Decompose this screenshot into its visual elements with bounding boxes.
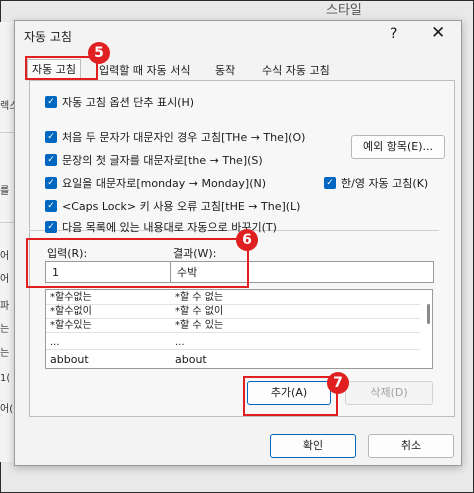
- checkmark-icon: ✓: [45, 131, 57, 143]
- background-divider: [0, 132, 14, 133]
- checkmark-icon: ✓: [45, 200, 57, 212]
- day-names-checkbox[interactable]: ✓ 요일을 대문자로[monday → Monday](N): [45, 175, 266, 191]
- step-badge-7: 7: [327, 372, 349, 394]
- tab-autoformat-as-you-type[interactable]: 입력할 때 자동 서식: [95, 61, 194, 80]
- background-glyph: 어: [0, 251, 10, 262]
- exceptions-button[interactable]: 예외 항목(E)...: [351, 135, 445, 159]
- list-scrollbar-thumb[interactable]: [427, 304, 430, 324]
- list-item-with: *할 수 있는: [175, 320, 224, 331]
- list-item-replace: *할수없이: [50, 306, 92, 317]
- checkbox-label: 자동 고침 옵션 단추 표시(H): [62, 96, 195, 109]
- ok-button[interactable]: 확인: [270, 434, 356, 458]
- checkmark-icon: ✓: [45, 177, 57, 189]
- checkmark-icon: ✓: [45, 221, 57, 233]
- list-item[interactable]: abbout about: [46, 353, 420, 366]
- caps-lock-checkbox[interactable]: ✓ <Caps Lock> 키 사용 오류 고침[tHE → The](L): [45, 198, 300, 214]
- delete-button[interactable]: 삭제(D): [345, 381, 433, 405]
- tab-actions[interactable]: 동작: [211, 61, 239, 80]
- highlight-tab-autocorrect: [25, 56, 98, 80]
- background-title: 스타일: [326, 3, 362, 18]
- background-glyph: 파: [0, 301, 10, 312]
- checkbox-label: 처음 두 문자가 대문자인 경우 고침[THe → The](O): [62, 131, 306, 144]
- list-item-replace: *할수없는: [50, 292, 92, 303]
- list-item-with: *할 수 없는: [175, 292, 224, 303]
- list-item-with: *할 수 없이: [175, 306, 224, 317]
- checkbox-label: 한/영 자동 고침(K): [341, 177, 429, 190]
- list-item[interactable]: ... ...: [46, 336, 420, 350]
- highlight-add-button: [243, 376, 338, 416]
- list-item-with: about: [175, 353, 207, 366]
- list-item[interactable]: *할수없이 *할 수 없이: [46, 305, 420, 319]
- checkmark-icon: ✓: [324, 177, 336, 189]
- background-divider: [0, 222, 14, 223]
- background-glyph: 1(: [0, 373, 11, 384]
- list-item-replace: *할수있는: [50, 320, 92, 331]
- background-glyph: 를: [0, 186, 10, 197]
- background-glyph: 는: [0, 324, 10, 335]
- background-glyph: 어(: [0, 404, 14, 415]
- list-item-replace: ...: [50, 337, 60, 348]
- checkbox-label: 요일을 대문자로[monday → Monday](N): [62, 177, 267, 190]
- highlight-replace-with: [26, 238, 249, 288]
- checkbox-label: 문장의 첫 글자를 대문자로[the → The](S): [62, 154, 263, 167]
- background-glyph: 는: [0, 348, 10, 359]
- help-button[interactable]: ?: [390, 26, 397, 42]
- cancel-button[interactable]: 취소: [368, 434, 454, 458]
- list-item-with: ...: [175, 337, 185, 348]
- tab-math-autocorrect[interactable]: 수식 자동 고침: [258, 61, 334, 80]
- list-item-replace: abbout: [50, 353, 89, 366]
- autocorrect-entries-list[interactable]: *할수없는 *할 수 없는 *할수없이 *할 수 없이 *할수있는 *할 수 있…: [45, 289, 433, 369]
- korean-english-checkbox[interactable]: ✓ 한/영 자동 고침(K): [324, 175, 428, 191]
- close-icon[interactable]: ✕: [431, 23, 445, 43]
- list-item[interactable]: *할수없는 *할 수 없는: [46, 291, 420, 305]
- checkmark-icon: ✓: [45, 154, 57, 166]
- step-badge-5: 5: [88, 42, 110, 64]
- background-left-strip: 렉스 를 어 어 파 는 는 1( 어(: [0, 22, 18, 462]
- list-item[interactable]: *할수있는 *할 수 있는: [46, 319, 420, 333]
- background-glyph: 어: [0, 274, 10, 285]
- step-badge-6: 6: [236, 229, 258, 251]
- dialog-title: 자동 고침: [24, 30, 72, 44]
- checkmark-icon: ✓: [45, 96, 57, 108]
- first-letter-sentence-checkbox[interactable]: ✓ 문장의 첫 글자를 대문자로[the → The](S): [45, 152, 263, 168]
- two-initial-caps-checkbox[interactable]: ✓ 처음 두 문자가 대문자인 경우 고침[THe → The](O): [45, 129, 305, 145]
- checkbox-label: <Caps Lock> 키 사용 오류 고침[tHE → The](L): [62, 200, 301, 213]
- show-buttons-checkbox[interactable]: ✓ 자동 고침 옵션 단추 표시(H): [45, 94, 194, 110]
